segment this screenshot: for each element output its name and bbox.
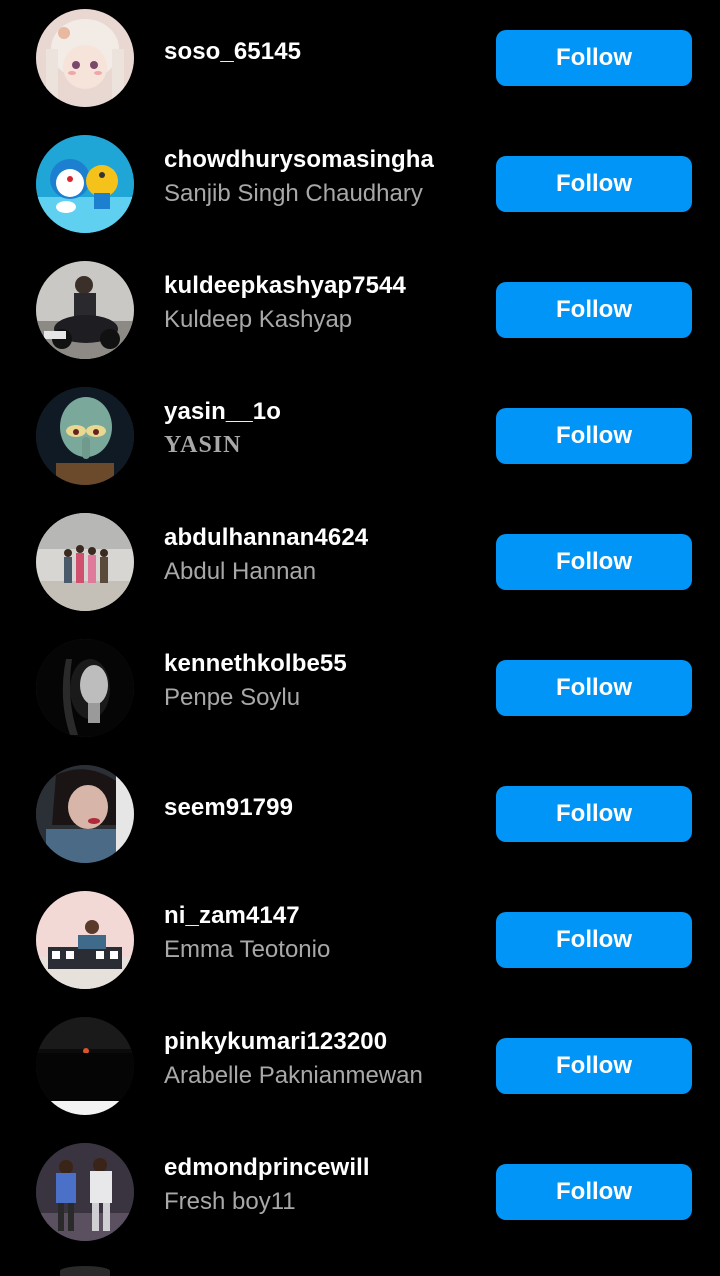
follow-button[interactable]: Follow xyxy=(496,282,692,338)
full-name: Sanjib Singh Chaudhary xyxy=(164,180,423,207)
follow-button[interactable]: Follow xyxy=(496,156,692,212)
list-item[interactable]: ni_zam4147 Emma Teotonio Follow xyxy=(0,882,720,1008)
avatar[interactable] xyxy=(36,891,134,989)
follow-button[interactable]: Follow xyxy=(496,30,692,86)
username[interactable]: ni_zam4147 xyxy=(164,902,300,930)
woman-portrait-avatar-icon xyxy=(36,639,134,737)
squidward-avatar-icon xyxy=(36,387,134,485)
username[interactable]: kuldeepkashyap7544 xyxy=(164,272,406,300)
full-name: YASIN xyxy=(164,432,242,458)
avatar[interactable] xyxy=(36,765,134,863)
follow-button[interactable]: Follow xyxy=(496,786,692,842)
full-name: Emma Teotonio xyxy=(164,936,331,963)
username[interactable]: soso_65145 xyxy=(164,38,301,66)
full-name: Arabelle Paknianmewan xyxy=(164,1062,423,1089)
doraemon-avatar-icon xyxy=(36,135,134,233)
username[interactable]: kennethkolbe55 xyxy=(164,650,347,678)
avatar[interactable] xyxy=(36,1017,134,1115)
avatar[interactable] xyxy=(36,135,134,233)
follow-button[interactable]: Follow xyxy=(496,1038,692,1094)
username[interactable]: seem91799 xyxy=(164,794,293,822)
motorbike-man-avatar-icon xyxy=(36,261,134,359)
follow-button[interactable]: Follow xyxy=(496,1164,692,1220)
list-item[interactable]: abdulhannan4624 Abdul Hannan Follow xyxy=(0,504,720,630)
avatar[interactable] xyxy=(36,639,134,737)
avatar[interactable] xyxy=(36,1143,134,1241)
full-name: Fresh boy11 xyxy=(164,1188,296,1215)
list-item[interactable]: kennethkolbe55 Penpe Soylu Follow xyxy=(0,630,720,756)
list-item[interactable]: edmondprincewill Fresh boy11 Follow xyxy=(0,1134,720,1260)
username[interactable]: yasin__1o xyxy=(164,398,281,426)
username[interactable]: chowdhurysomasingha xyxy=(164,146,434,174)
avatar[interactable] xyxy=(36,513,134,611)
list-item[interactable]: kuldeepkashyap7544 Kuldeep Kashyap Follo… xyxy=(0,252,720,378)
next-avatar-partial xyxy=(60,1266,110,1276)
list-item[interactable]: chowdhurysomasingha Sanjib Singh Chaudha… xyxy=(0,126,720,252)
avatar[interactable] xyxy=(36,9,134,107)
anime-girl-avatar-icon xyxy=(36,9,134,107)
follow-button[interactable]: Follow xyxy=(496,912,692,968)
list-item[interactable]: seem91799 Follow xyxy=(0,756,720,882)
follow-button[interactable]: Follow xyxy=(496,660,692,716)
man-on-sofa-avatar-icon xyxy=(36,891,134,989)
two-men-sunday-avatar-icon xyxy=(36,1143,134,1241)
full-name: Abdul Hannan xyxy=(164,558,317,585)
woman-scarf-avatar-icon xyxy=(36,765,134,863)
avatar[interactable] xyxy=(36,261,134,359)
list-item[interactable]: yasin__1o YASIN Follow xyxy=(0,378,720,504)
suggested-accounts-list: soso_65145 Follow chowdhurysomasingha Sa… xyxy=(0,0,720,1260)
full-name: Kuldeep Kashyap xyxy=(164,306,353,333)
username[interactable]: edmondprincewill xyxy=(164,1154,370,1182)
children-group-avatar-icon xyxy=(36,513,134,611)
username[interactable]: abdulhannan4624 xyxy=(164,524,368,552)
follow-button[interactable]: Follow xyxy=(496,534,692,590)
avatar[interactable] xyxy=(36,387,134,485)
follow-button[interactable]: Follow xyxy=(496,408,692,464)
username[interactable]: pinkykumari123200 xyxy=(164,1028,387,1056)
list-item[interactable]: soso_65145 Follow xyxy=(0,0,720,126)
sunset-avatar-icon xyxy=(36,1017,134,1115)
full-name: Penpe Soylu xyxy=(164,684,301,711)
list-item[interactable]: pinkykumari123200 Arabelle Paknianmewan … xyxy=(0,1008,720,1134)
